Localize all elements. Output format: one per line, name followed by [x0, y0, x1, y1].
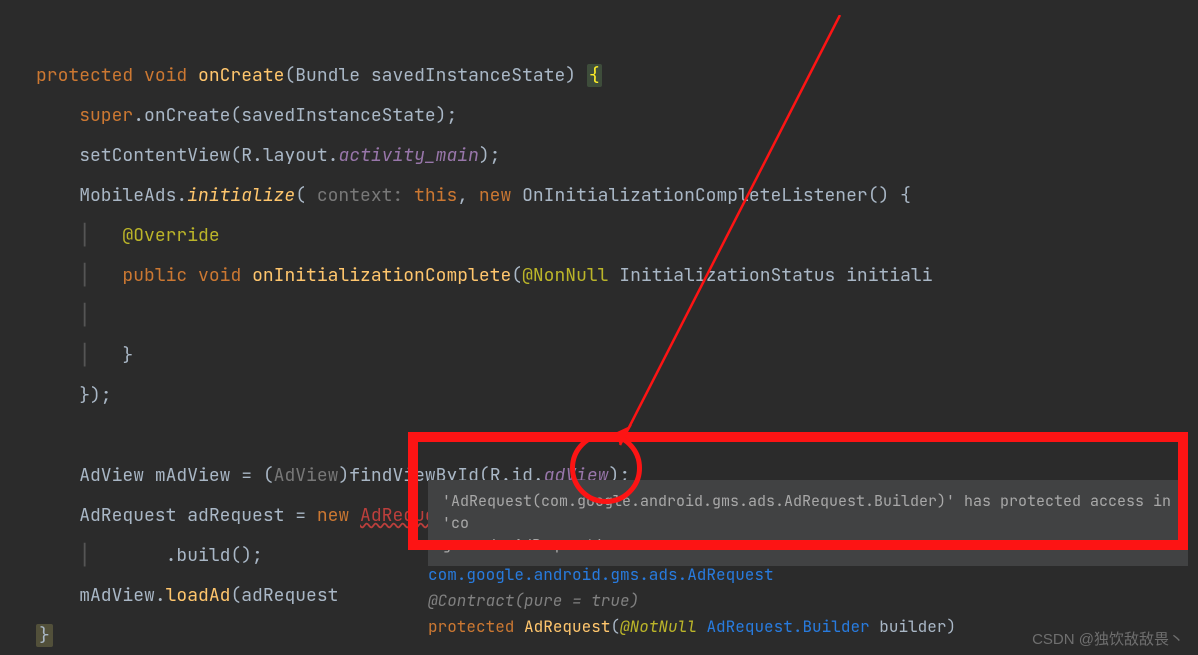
kw-super: super [79, 104, 133, 127]
arg-adRequest: adRequest [241, 584, 338, 607]
var-mAdView: mAdView [155, 464, 231, 487]
ref-MobileAds: MobileAds [79, 184, 176, 207]
param-savedInstanceState: savedInstanceState [371, 64, 565, 87]
kw-this: this [414, 184, 457, 207]
doc-contract: @Contract(pure = true) [428, 588, 1188, 614]
fn-initialize: initialize [187, 184, 295, 207]
arg-savedInstanceState: savedInstanceState [241, 104, 435, 127]
fn-onCreate: onCreate [198, 64, 284, 87]
ref-mAdView: mAdView [79, 584, 155, 607]
call-setContentView: setContentView [79, 144, 230, 167]
brace-close: } [36, 624, 53, 647]
type-OnInitializationCompleteListener: OnInitializationCompleteListener [522, 184, 868, 207]
type-InitializationStatus: InitializationStatus [619, 264, 835, 287]
field-activity_main: activity_main [338, 144, 478, 167]
brace-open: { [587, 64, 602, 87]
indent-guide: │ [79, 344, 90, 367]
error-tooltip[interactable]: 'AdRequest(com.google.android.gms.ads.Ad… [428, 480, 1188, 566]
fn-loadAd: loadAd [166, 584, 231, 607]
indent-guide: │ [79, 224, 90, 247]
quick-doc[interactable]: com.google.android.gms.ads.AdRequest @Co… [428, 562, 1188, 640]
var-adRequest: adRequest [187, 504, 284, 527]
hint-context: context: [317, 184, 403, 207]
call-build: build [176, 544, 230, 567]
error-tooltip-line2: gms.ads.AdRequest' [442, 534, 1174, 556]
watermark: CSDN @独饮敌敌畏丶 [1032, 632, 1184, 647]
indent-guide: │ [79, 544, 90, 567]
indent-guide: │ [79, 264, 90, 287]
indent-guide: │ [79, 304, 90, 327]
ref-R: R [241, 144, 252, 167]
kw-new2: new [317, 504, 349, 527]
ref-layout: layout [263, 144, 328, 167]
type-Bundle: Bundle [295, 64, 360, 87]
error-tooltip-line1: 'AdRequest(com.google.android.gms.ads.Ad… [442, 490, 1174, 534]
ann-Override: @Override [122, 224, 219, 247]
type-AdRequest: AdRequest [79, 504, 176, 527]
kw-new: new [479, 184, 511, 207]
kw-protected: protected [36, 64, 133, 87]
ann-NonNull: @NonNull [522, 264, 608, 287]
fn-onInitializationComplete: onInitializationComplete [252, 264, 511, 287]
type-AdView: AdView [79, 464, 144, 487]
cast-AdView: AdView [274, 464, 339, 487]
kw-void: void [144, 64, 187, 87]
call-onCreate: onCreate [144, 104, 230, 127]
kw-void: void [198, 264, 241, 287]
kw-public: public [122, 264, 187, 287]
param-initiali: initiali [846, 264, 932, 287]
